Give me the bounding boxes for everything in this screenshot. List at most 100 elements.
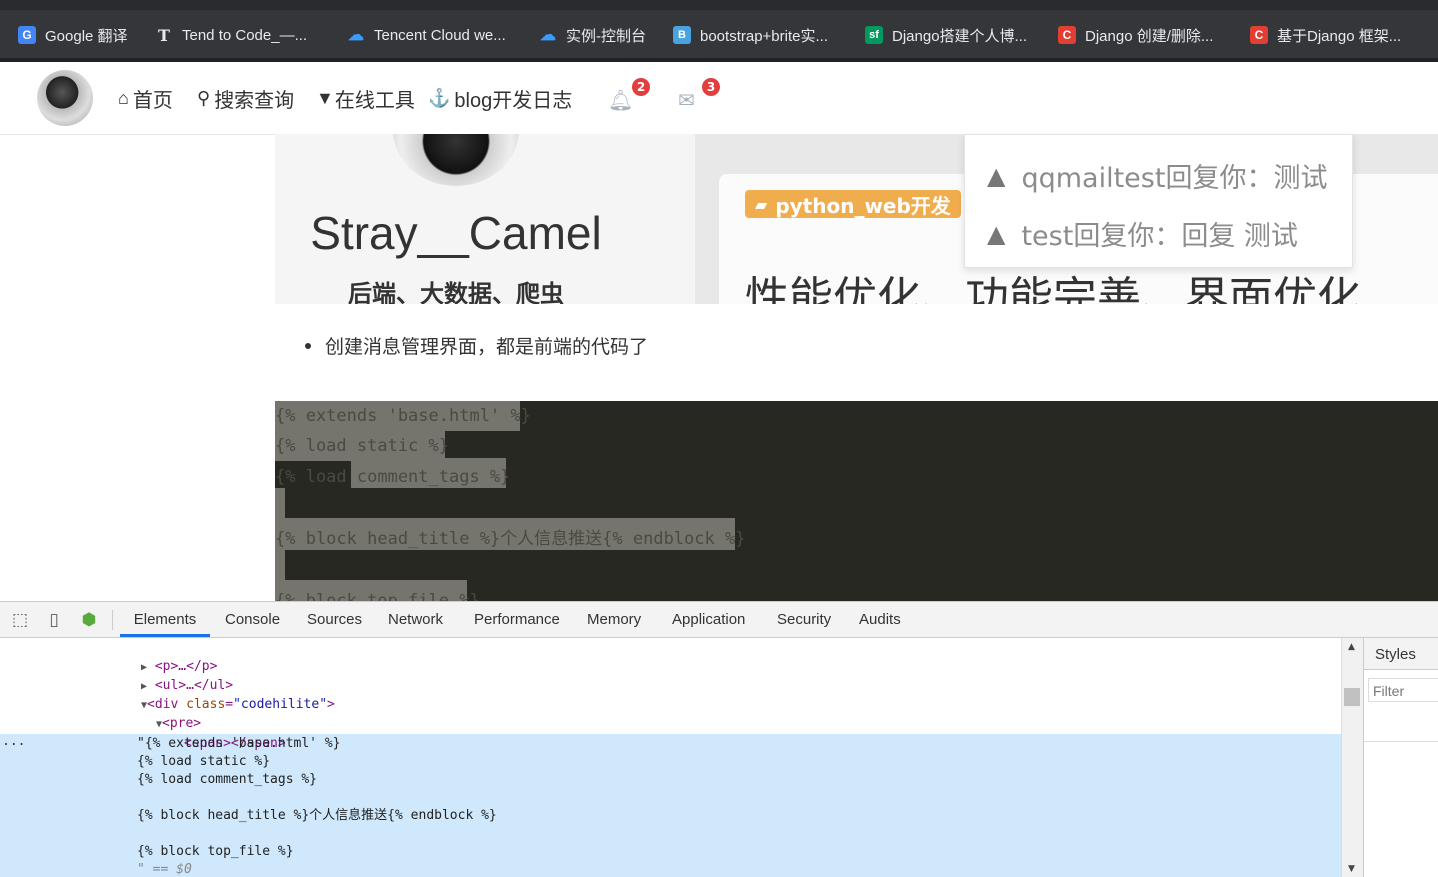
code-line: {% load comment_tags %} [275,467,511,487]
notification-dropdown: ▲ qqmailtest回复你：测试 ▲ test回复你：回复 测试 [964,134,1353,268]
bookmark-instance-console[interactable]: ☁ 实例-控制台 [539,24,646,46]
search-icon: ⚲ [197,88,211,108]
dom-text-line: {% load comment_tags %} [137,772,318,787]
vue-devtools-icon[interactable]: ⬢ [79,610,99,630]
styles-filter-input[interactable]: Filter [1368,678,1438,702]
highlight [275,550,285,580]
inspect-element-icon[interactable]: ⬚ [10,610,30,630]
dom-text-line: {% block head_title %}个人信息推送{% endblock … [137,808,497,823]
scroll-up-icon[interactable]: ▲ [1348,642,1355,652]
tab-audits[interactable]: Audits [859,602,901,637]
bookmark-label: Tencent Cloud we... [374,26,506,44]
book-icon: ▰ [755,194,768,214]
tab-sources[interactable]: Sources [307,602,362,637]
category-tag: ▰ python_web开发 [745,190,961,218]
cloud-icon: ☁ [348,27,364,44]
bookmark-label: bootstrap+brite实... [700,27,828,45]
site-navbar: ⌂ 首页 ⚲ 搜索查询 ▼ 在线工具 ⚓ blog开发日志 🔔︎ 2 ✉ 3 [0,62,1438,135]
code-line: {% extends 'base.html' %} [275,406,531,426]
warning-icon: ▲ [987,219,1006,248]
profile-name: Stray__Camel [310,207,602,259]
dom-node-ul[interactable]: ▶ <ul>…</ul> [94,657,233,693]
banner-headline: 性能优化、功能完善、界面优化 [745,273,1361,304]
dom-text-line: {% load static %} [137,754,271,769]
home-icon: ⌂ [118,88,129,108]
dom-node-span[interactable]: <span></span> [137,715,286,751]
nav-tools-label: 在线工具 [334,90,415,112]
elements-scrollbar[interactable]: ▲ ▼ [1341,638,1363,877]
cloud-icon: ☁ [540,27,556,44]
styles-pane: Styles Filter [1363,638,1438,877]
t-icon: T [158,25,170,45]
nav-search[interactable]: ⚲ 搜索查询 [197,84,294,113]
bookmark-bootstrap[interactable]: B bootstrap+brite实... [673,24,828,46]
dom-text-line: {% block top_file %} [137,844,294,859]
google-translate-icon: G [18,26,36,44]
avatar[interactable] [37,70,93,126]
profile-tagline: 后端、大数据、爬虫 [348,280,564,304]
elements-tree: ... ▶ <p>…</p> ▶ <ul>…</ul> ▼<div class=… [0,638,1341,877]
bell-icon[interactable]: 🔔︎ [608,88,633,112]
profile-avatar [393,134,519,186]
tab-network[interactable]: Network [388,602,443,637]
selected-node-marker: " == $0 [137,862,192,877]
dom-tag: > [327,697,335,712]
tab-styles[interactable]: Styles [1364,638,1438,670]
list-item-text: 创建消息管理界面，都是前端的代码了 [325,336,649,358]
profile-card: Stray__Camel 后端、大数据、爬虫 [275,134,695,304]
bookmark-django-blog[interactable]: sf Django搭建个人博... [865,24,1027,46]
nav-tools[interactable]: ▼ 在线工具 [316,84,415,113]
sf-icon: sf [865,26,883,44]
nav-home-label: 首页 [132,90,173,112]
dom-text-line[interactable]: "{% extends 'base.html' %} [137,734,341,753]
tab-console[interactable]: Console [225,602,280,637]
csdn-icon: C [1250,26,1268,44]
anchor-icon: ⚓ [428,88,451,108]
notification-item[interactable]: ▲ qqmailtest回复你：测试 [987,156,1327,195]
tab-elements[interactable]: Elements [120,602,210,637]
scrollbar-thumb[interactable] [1344,688,1360,706]
bookmark-tencent-cloud[interactable]: ☁ Tencent Cloud we... [347,24,506,46]
node-actions-ellipsis[interactable]: ... [2,734,25,749]
notification-count-badge: 2 [632,78,650,96]
nav-devlog-label: blog开发日志 [454,90,573,112]
divider [1364,741,1438,742]
bookmark-tend-to-code[interactable]: T Tend to Code_—... [155,24,307,46]
notification-text: test回复你：回复 测试 [1021,221,1298,252]
dom-node-div[interactable]: ▼<div class="codehilite"> [94,676,335,712]
nav-devlog[interactable]: ⚓ blog开发日志 [428,84,572,113]
tab-memory[interactable]: Memory [587,602,641,637]
tab-application[interactable]: Application [672,602,745,637]
bookmark-google-translate[interactable]: G Google 翻译 [18,24,128,46]
bookmark-django-create[interactable]: C Django 创建/删除... [1058,24,1213,46]
bookmark-django-framework[interactable]: C 基于Django 框架... [1250,24,1401,46]
csdn-icon: C [1058,26,1076,44]
tab-performance[interactable]: Performance [474,602,560,637]
device-toolbar-icon[interactable]: ▯ [44,610,64,630]
bookmark-label: Tend to Code_—... [182,26,308,44]
bookmark-label: Google 翻译 [45,27,128,45]
highlight [275,488,285,518]
scroll-down-icon[interactable]: ▼ [1348,864,1355,874]
bookmark-label: Django 创建/删除... [1085,27,1214,45]
filter-icon: ▼ [316,88,334,108]
devtools-panel: ⬚ ▯ ⬢ Elements Console Sources Network P… [0,601,1438,877]
notification-item[interactable]: ▲ test回复你：回复 测试 [987,214,1298,253]
dom-node-pre[interactable]: ▼<pre> [109,695,201,731]
bootstrap-icon: B [673,26,691,44]
mail-count-badge: 3 [702,78,720,96]
code-block: {% extends 'base.html' %} {% load static… [275,401,1438,601]
category-label: python_web开发 [775,193,951,218]
mail-icon[interactable]: ✉ [678,88,695,112]
notification-text: qqmailtest回复你：测试 [1021,163,1328,194]
warning-icon: ▲ [987,161,1006,190]
dom-node-p[interactable]: ▶ <p>…</p> [94,638,217,674]
bookmark-label: 实例-控制台 [566,27,646,45]
bookmark-label: Django搭建个人博... [892,27,1028,45]
nav-search-label: 搜索查询 [214,90,295,112]
nav-home[interactable]: ⌂ 首页 [118,84,173,113]
tab-security[interactable]: Security [777,602,831,637]
divider [112,610,113,630]
bullet-dot [305,342,311,349]
bookmark-label: 基于Django 框架... [1277,27,1402,45]
